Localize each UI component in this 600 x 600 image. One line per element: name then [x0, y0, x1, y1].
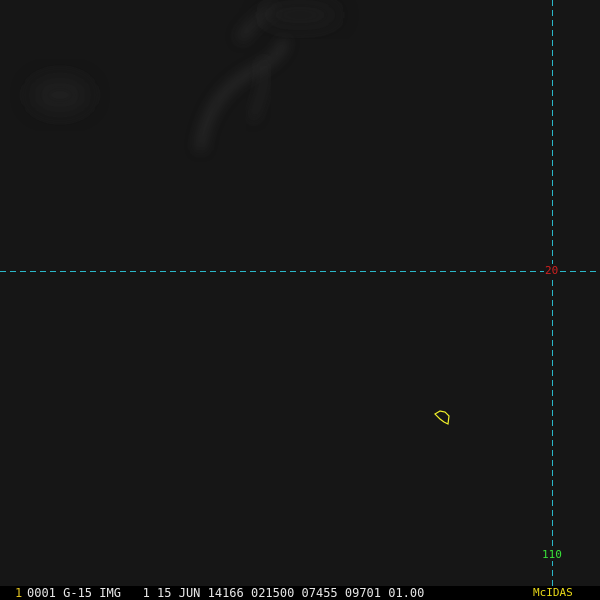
frame-number: 1 — [15, 586, 23, 600]
longitude-label: 110 — [541, 548, 563, 561]
status-bar: 1 0001 G-15 IMG 1 15 JUN 14166 021500 07… — [0, 586, 600, 600]
mcidas-brand: McIDAS — [533, 586, 573, 599]
dark-ocean-background — [0, 0, 600, 586]
image-metadata-line: 0001 G-15 IMG 1 15 JUN 14166 021500 0745… — [27, 586, 425, 600]
satellite-imagery — [0, 0, 600, 586]
satellite-image-viewer: 20 110 1 0001 G-15 IMG 1 15 JUN 14166 02… — [0, 0, 600, 600]
latitude-label: 20 — [544, 264, 560, 277]
